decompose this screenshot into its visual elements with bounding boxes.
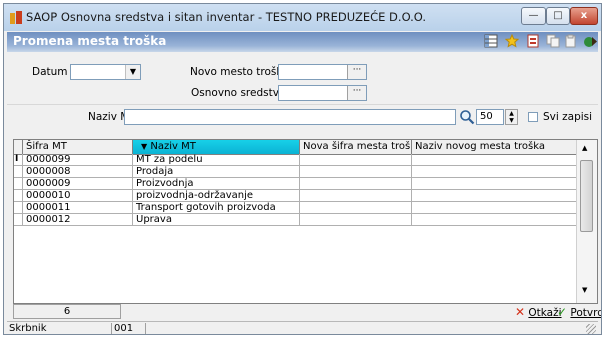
osnovno-sredstvo-label: Osnovno sredstvo	[191, 87, 286, 99]
novo-mesto-lookup-button[interactable]: ···	[347, 65, 366, 79]
cell-nova-sifra[interactable]	[300, 166, 412, 178]
checkmark-icon: ✓	[557, 305, 568, 319]
column-header-nova-sifra[interactable]: Nova šifra mesta troška	[300, 140, 412, 154]
cell-naziv-novog[interactable]	[412, 214, 577, 226]
page-size-value: 50	[480, 111, 493, 122]
cell-nova-sifra[interactable]	[300, 202, 412, 214]
paste-icon[interactable]	[563, 34, 579, 50]
page-size-spinner[interactable]: 50	[476, 109, 504, 125]
osnovno-sredstvo-lookup-button[interactable]: ···	[347, 86, 366, 100]
table-row[interactable]: 0000009 Proizvodnja	[14, 178, 577, 190]
cell-sifra-mt[interactable]: 0000008	[23, 166, 133, 178]
table-row[interactable]: I 0000099 MT za podelu	[14, 154, 577, 166]
app-window: SAOP Osnovna sredstva i sitan inventar -…	[3, 3, 602, 335]
grid-icon[interactable]	[483, 34, 499, 50]
row-indicator	[14, 178, 23, 190]
svi-zapisi-checkbox[interactable]	[528, 112, 538, 122]
form-title: Promena mesta troška	[13, 34, 167, 48]
row-indicator	[14, 202, 23, 214]
status-user-value: 001	[112, 323, 146, 334]
cell-nova-sifra[interactable]	[300, 214, 412, 226]
table-row[interactable]: 0000012 Uprava	[14, 214, 577, 226]
datum-label: Datum	[32, 66, 68, 78]
table-row[interactable]: 0000010 proizvodnja-održavanje	[14, 190, 577, 202]
star-icon[interactable]	[504, 33, 520, 50]
window-title: SAOP Osnovna sredstva i sitan inventar -…	[26, 10, 427, 24]
search-row: Naziv MT 50 ▲ ▼ Svi zapisi	[7, 104, 598, 129]
chevron-down-icon[interactable]: ▼	[125, 65, 140, 79]
exit-icon[interactable]	[582, 34, 598, 50]
cell-naziv-mt[interactable]: Prodaja	[133, 166, 300, 178]
cell-sifra-mt[interactable]: 0000010	[23, 190, 133, 202]
status-bar: Skrbnik 001	[7, 321, 598, 334]
search-icon[interactable]	[459, 109, 475, 125]
scroll-thumb[interactable]	[580, 160, 593, 232]
row-indicator-header	[14, 140, 23, 154]
scroll-up-icon[interactable]: ▲	[582, 144, 587, 152]
cell-naziv-mt[interactable]: MT za podelu	[133, 154, 300, 166]
document-icon[interactable]	[525, 34, 541, 50]
vertical-scrollbar[interactable]: ▲ ▼	[576, 140, 597, 303]
title-bar[interactable]: SAOP Osnovna sredstva i sitan inventar -…	[4, 4, 601, 31]
cell-nova-sifra[interactable]	[300, 178, 412, 190]
confirm-button[interactable]: ✓ Potvrdi	[557, 305, 601, 319]
cell-nova-sifra[interactable]	[300, 154, 412, 166]
cell-naziv-novog[interactable]	[412, 154, 577, 166]
column-header-naziv-novog[interactable]: Naziv novog mesta troška	[412, 140, 577, 154]
form-header: Promena mesta troška	[7, 32, 598, 52]
footer-bar: 6 ✕ Otkaži ✓ Potvrdi	[7, 304, 601, 320]
sort-down-icon: ▼	[141, 142, 148, 151]
confirm-label: Potvrdi	[570, 307, 601, 319]
datum-dropdown[interactable]: ▼	[70, 64, 141, 80]
novo-mesto-label: Novo mesto troška	[190, 66, 289, 78]
data-grid: Šifra MT ▼ Naziv MT Nova šifra mesta tro…	[13, 139, 598, 304]
column-header-naziv-mt[interactable]: ▼ Naziv MT	[133, 140, 300, 154]
maximize-button[interactable]: □	[546, 7, 570, 25]
svi-zapisi-label: Svi zapisi	[543, 111, 593, 123]
cell-naziv-novog[interactable]	[412, 178, 577, 190]
cell-nova-sifra[interactable]	[300, 190, 412, 202]
row-indicator	[14, 214, 23, 226]
record-count: 6	[13, 304, 121, 319]
table-row[interactable]: 0000008 Prodaja	[14, 166, 577, 178]
row-indicator	[14, 190, 23, 202]
table-row[interactable]: 0000011 Transport gotovih proizvoda	[14, 202, 577, 214]
minimize-button[interactable]: —	[521, 7, 546, 25]
cell-naziv-novog[interactable]	[412, 166, 577, 178]
cell-sifra-mt[interactable]: 0000099	[23, 154, 133, 166]
cell-naziv-novog[interactable]	[412, 202, 577, 214]
cancel-button[interactable]: ✕ Otkaži	[515, 305, 562, 319]
cell-naziv-mt[interactable]: proizvodnja-održavanje	[133, 190, 300, 202]
osnovno-sredstvo-field[interactable]: ···	[278, 85, 367, 101]
column-header-sifra-mt[interactable]: Šifra MT	[23, 140, 133, 154]
close-button[interactable]: x	[570, 7, 598, 25]
spinner-arrows-icon[interactable]: ▲ ▼	[505, 109, 518, 125]
grid-header: Šifra MT ▼ Naziv MT Nova šifra mesta tro…	[14, 140, 577, 155]
cell-sifra-mt[interactable]: 0000009	[23, 178, 133, 190]
filter-panel: Datum ▼ Novo mesto troška ··· Osnovno sr…	[7, 52, 598, 104]
status-user-label: Skrbnik	[7, 323, 112, 334]
novo-mesto-field[interactable]: ···	[278, 64, 367, 80]
app-logo-icon	[10, 11, 22, 25]
resize-grip-icon[interactable]	[586, 324, 596, 334]
copy-icon[interactable]	[545, 34, 561, 50]
column-header-naziv-mt-label: Naziv MT	[150, 141, 196, 152]
cell-naziv-mt[interactable]: Proizvodnja	[133, 178, 300, 190]
cell-sifra-mt[interactable]: 0000012	[23, 214, 133, 226]
scroll-down-icon[interactable]: ▼	[582, 286, 587, 294]
row-indicator	[14, 166, 23, 178]
cell-naziv-mt[interactable]: Transport gotovih proizvoda	[133, 202, 300, 214]
cancel-x-icon: ✕	[515, 305, 526, 319]
current-row-marker-icon: I	[14, 154, 23, 166]
cell-sifra-mt[interactable]: 0000011	[23, 202, 133, 214]
cell-naziv-novog[interactable]	[412, 190, 577, 202]
naziv-mt-search-input[interactable]	[124, 109, 456, 125]
cell-naziv-mt[interactable]: Uprava	[133, 214, 300, 226]
